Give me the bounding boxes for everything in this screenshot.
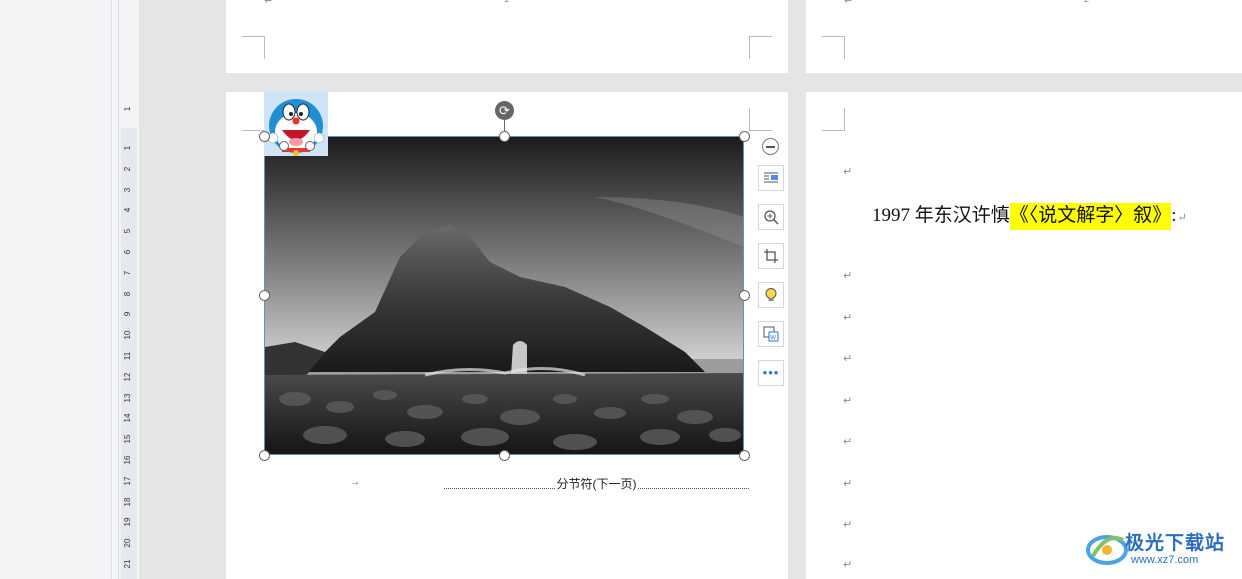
- rotate-icon: ⟳: [499, 103, 510, 118]
- paragraph-mark: ↵: [264, 0, 274, 7]
- rotate-handle[interactable]: ⟳: [495, 101, 514, 120]
- highlighted-book-title: 《〈说文解字〉叙》: [1009, 203, 1172, 230]
- resize-handle-top-left[interactable]: [259, 131, 270, 142]
- watermark-title: 极光下载站: [1125, 533, 1226, 554]
- margin-corner: [822, 36, 845, 59]
- ruler-number: 16: [123, 455, 132, 465]
- ruler-number: 6: [123, 249, 132, 255]
- resize-handle-top-right[interactable]: [739, 131, 750, 142]
- page-2-bottom: ↵ 2: [806, 0, 1242, 73]
- site-watermark: 极光下载站 www.xz7.com: [1085, 524, 1235, 574]
- resize-handle-left[interactable]: [259, 290, 270, 301]
- tab-mark: →: [350, 477, 360, 488]
- paragraph-mark: ↵: [843, 559, 853, 571]
- text-wrap-button[interactable]: [758, 165, 784, 191]
- zoom-in-icon: [764, 210, 779, 225]
- ruler-number: 20: [123, 538, 132, 548]
- ruler-number: 9: [123, 312, 132, 317]
- ruler-number: 11: [123, 351, 132, 361]
- ruler-number: 18: [123, 497, 132, 507]
- toolbar-collapse-button[interactable]: [762, 138, 779, 155]
- page-right[interactable]: [806, 92, 1242, 579]
- more-icon: •••: [762, 365, 780, 380]
- text-wrap-icon: [764, 172, 778, 183]
- resize-handle-top[interactable]: [499, 131, 510, 142]
- crop-icon: [764, 249, 778, 263]
- paragraph-mark: ↵: [843, 353, 853, 365]
- paragraph-mark: ↵: [843, 312, 853, 324]
- sticker-handle[interactable]: [279, 141, 289, 151]
- paragraph-mark: ↵: [843, 395, 853, 407]
- svg-text:W: W: [770, 336, 776, 342]
- margin-corner: [749, 108, 772, 131]
- margin-corner: [749, 36, 772, 59]
- paragraph-mark: ↵: [843, 166, 853, 178]
- ruler-number: 1: [123, 145, 132, 151]
- ruler-number: 12: [123, 372, 132, 382]
- page-1-bottom: ↵ 1: [226, 0, 788, 73]
- ruler-number: 19: [123, 517, 132, 527]
- lightbulb-icon: [765, 288, 777, 301]
- paragraph-mark: ↵: [843, 478, 853, 490]
- resize-handle-bottom-left[interactable]: [259, 450, 270, 461]
- cartoon-sticker-image[interactable]: [264, 92, 328, 156]
- minus-icon: [766, 145, 775, 148]
- section-break-label: 分节符(下一页): [555, 477, 638, 491]
- heading-suffix: :: [1171, 205, 1177, 226]
- zoom-in-button[interactable]: [758, 204, 784, 230]
- watermark-url: www.xz7.com: [1131, 554, 1199, 566]
- ruler-number: 4: [123, 208, 132, 213]
- ruler-number: 14: [123, 413, 132, 423]
- paragraph-mark: ↵: [1177, 212, 1187, 224]
- smart-tip-button[interactable]: [758, 282, 784, 308]
- paragraph-mark: ↵: [843, 436, 853, 448]
- ruler-number: 21: [123, 559, 132, 569]
- watermark-logo-icon: [1086, 535, 1128, 565]
- ruler-number: 3: [123, 187, 132, 192]
- page-number: 1: [504, 0, 509, 4]
- crop-button[interactable]: [758, 243, 784, 269]
- selected-image[interactable]: [265, 137, 744, 455]
- page-number: 2: [1084, 0, 1089, 4]
- ruler-top-marker: 1: [123, 106, 132, 112]
- margin-corner: [822, 108, 845, 131]
- resize-handle-bottom-right[interactable]: [739, 450, 750, 461]
- ruler-number: 7: [123, 270, 132, 276]
- ruler-number: 10: [123, 330, 132, 340]
- paragraph-mark: ↵: [844, 0, 854, 7]
- ruler-number: 2: [123, 166, 132, 172]
- resize-handle-right[interactable]: [739, 290, 750, 301]
- heading-prefix: 1997 年东汉许慎: [872, 205, 1010, 226]
- ruler-number: 13: [123, 393, 132, 403]
- ruler-number: 17: [123, 476, 132, 486]
- section-break[interactable]: 分节符(下一页): [444, 476, 749, 491]
- resize-handle-bottom[interactable]: [499, 450, 510, 461]
- more-options-button[interactable]: •••: [758, 360, 784, 386]
- paragraph-mark: ↵: [843, 270, 853, 282]
- heading-line[interactable]: 1997 年东汉许慎《〈说文解字〉叙》:↵: [872, 200, 1187, 230]
- navigation-pane: [0, 0, 112, 579]
- sticker-handle[interactable]: [305, 141, 315, 151]
- paragraph-mark: ↵: [843, 519, 853, 531]
- ruler-number: 8: [123, 291, 132, 296]
- margin-corner: [242, 36, 265, 59]
- ruler-number: 5: [123, 228, 132, 234]
- image-to-document-button[interactable]: W: [758, 321, 784, 347]
- margin-corner: [242, 108, 265, 131]
- ruler-number: 15: [123, 434, 132, 444]
- image-to-word-icon: W: [763, 326, 779, 342]
